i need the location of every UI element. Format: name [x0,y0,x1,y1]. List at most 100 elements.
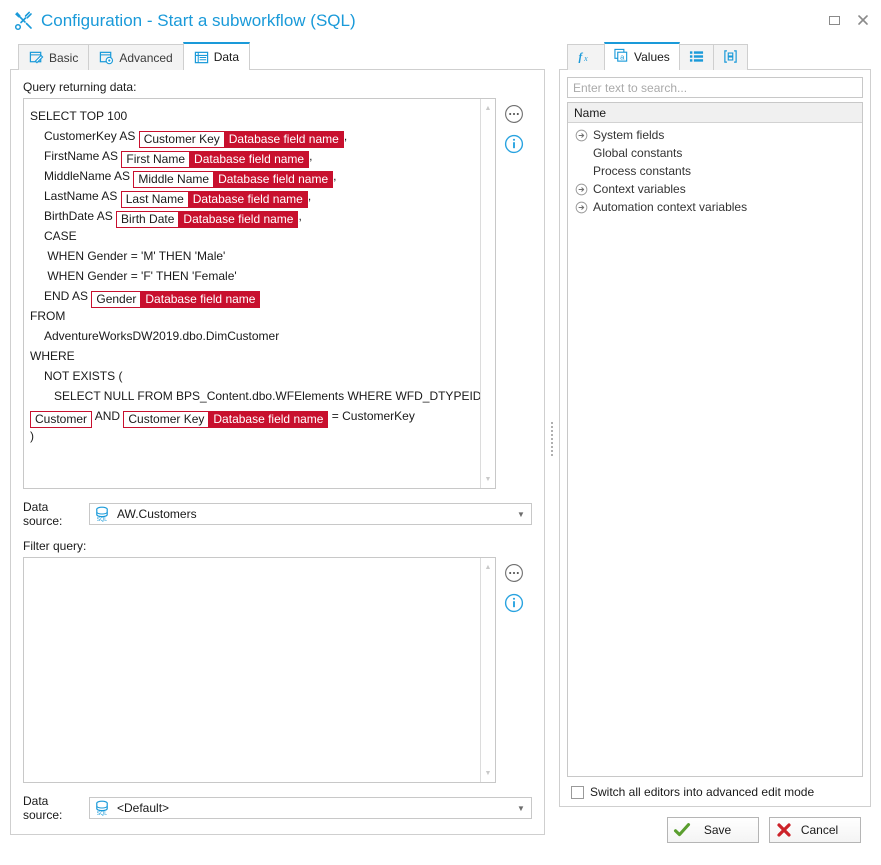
sql-database-icon: SQL [94,506,110,523]
field-token-name: Last Name [120,191,189,208]
datasource-value-1: AW.Customers [117,507,197,521]
datasource-value-2: <Default> [117,801,170,815]
form-pencil-icon [29,50,44,65]
query-text: WHERE [30,349,75,363]
values-a-icon: a [614,48,629,66]
tree-item-label: System fields [593,128,665,142]
tree-item[interactable]: Global constants [568,144,862,162]
data-tab-panel: Query returning data: SELECT TOP 100 Cust… [10,69,545,835]
datasource-combo-1[interactable]: SQL AW.Customers ▼ [89,503,532,525]
checkbox-box[interactable] [571,785,584,799]
query-line: MiddleName AS Middle Name Database field … [30,166,474,188]
filter-editor-content[interactable] [24,558,480,782]
field-token[interactable]: Gender Database field name [91,291,261,308]
search-input-placeholder: Enter text to search... [573,80,688,95]
scroll-down-icon[interactable]: ▼ [481,766,495,780]
scroll-up-icon[interactable]: ▲ [481,101,495,115]
scroll-down-icon[interactable]: ▼ [481,472,495,486]
query-text: FirstName AS [44,149,122,163]
tab-values[interactable]: a Values [604,42,680,70]
ellipsis-icon[interactable] [504,104,524,124]
window-controls [826,12,871,28]
cancel-button[interactable]: Cancel [769,817,861,843]
save-button[interactable]: Save [667,817,759,843]
svg-text:SQL: SQL [97,517,107,522]
advanced-edit-mode-checkbox[interactable]: Switch all editors into advanced edit mo… [567,785,863,799]
query-line: WHEN Gender = 'F' THEN 'Female' [30,266,474,286]
field-token[interactable]: Customer Key Database field name [138,131,344,148]
query-text: , [309,149,313,163]
chevron-down-icon[interactable]: ▼ [513,804,529,813]
tree-column-header-name: Name [568,103,862,123]
field-token[interactable]: Birth Date Database field name [116,211,299,228]
info-icon[interactable] [504,593,524,613]
field-token-name: Customer [30,411,93,428]
query-editor-content[interactable]: SELECT TOP 100 CustomerKey AS Customer Ke… [24,99,480,488]
field-token[interactable]: Customer [30,411,93,428]
grid-icon [194,50,209,65]
tab-functions[interactable]: f x [567,44,605,70]
query-line: ) [30,426,474,446]
query-editor[interactable]: SELECT TOP 100 CustomerKey AS Customer Ke… [23,98,496,489]
close-icon[interactable] [855,12,871,28]
tab-data-label: Data [213,50,240,64]
info-icon[interactable] [504,134,524,154]
query-text: SELECT NULL FROM BPS_Content.dbo.WFEleme… [54,389,480,403]
query-line: WHERE [30,346,474,366]
form-gear-icon [99,50,114,65]
tab-data[interactable]: Data [182,42,251,70]
filter-side-buttons [496,557,532,613]
sql-database-icon: SQL [94,800,110,817]
tab-list-detail[interactable] [678,44,714,70]
datasource-row-1: Data source: SQL AW.Customers ▼ [23,500,532,528]
datasource-combo-2[interactable]: SQL <Default> ▼ [89,797,532,819]
query-text: , [343,129,348,143]
tree-body: System fields Global constants Process con… [568,123,862,776]
scroll-up-icon[interactable]: ▲ [481,560,495,574]
filter-editor-row: ▲ ▼ [23,557,532,783]
query-line: NOT EXISTS ( [30,366,474,386]
field-token-name: Customer Key [123,411,210,428]
query-scrollbar[interactable]: ▲ ▼ [480,99,495,488]
splitter-grip[interactable] [551,421,553,456]
field-token[interactable]: Last Name Database field name [120,191,308,208]
left-tabstrip: Basic Advanced Data [10,42,545,70]
field-token[interactable]: Customer Key Database field name [123,411,329,428]
query-text: WHEN Gender = 'M' THEN 'Male' [44,249,226,263]
ellipsis-icon[interactable] [504,563,524,583]
field-token-name: Middle Name [133,171,215,188]
tree-item[interactable]: Context variables [568,180,862,198]
field-token-type: Database field name [179,211,299,228]
field-token[interactable]: Middle Name Database field name [133,171,334,188]
chevron-down-icon[interactable]: ▼ [513,510,529,519]
expand-arrow-icon[interactable] [573,183,589,196]
expand-arrow-icon[interactable] [573,201,589,214]
filter-editor[interactable]: ▲ ▼ [23,557,496,783]
function-fx-icon: f x [577,49,595,67]
filter-scrollbar[interactable]: ▲ ▼ [480,558,495,782]
list-detail-icon [689,49,704,67]
svg-text:f: f [579,51,584,63]
svg-text:SQL: SQL [97,811,107,816]
query-text: , [333,169,337,183]
field-token[interactable]: First Name Database field name [121,151,310,168]
query-line: SELECT NULL FROM BPS_Content.dbo.WFEleme… [30,386,480,406]
tab-advanced[interactable]: Advanced [88,44,184,70]
tree-item[interactable]: Process constants [568,162,862,180]
tree-item-label: Context variables [593,182,686,196]
tab-values-label: Values [634,50,670,64]
right-tabstrip: f x a Values [559,42,871,70]
tab-bracket-box[interactable] [712,44,748,70]
tab-basic[interactable]: Basic [18,44,90,70]
advanced-edit-mode-label: Switch all editors into advanced edit mo… [590,785,815,799]
panel-splitter[interactable] [545,70,559,807]
query-text: MiddleName AS [44,169,134,183]
tree-item[interactable]: System fields [568,126,862,144]
query-line: BirthDate AS Birth Date Database field na… [30,206,474,228]
expand-arrow-icon[interactable] [573,129,589,142]
values-tree: Name System fields Global constants Proces… [567,102,863,777]
maximize-button[interactable] [826,12,842,28]
search-input[interactable]: Enter text to search... [567,77,863,98]
query-text: = CustomerKey [328,409,415,423]
tree-item[interactable]: Automation context variables [568,198,862,216]
